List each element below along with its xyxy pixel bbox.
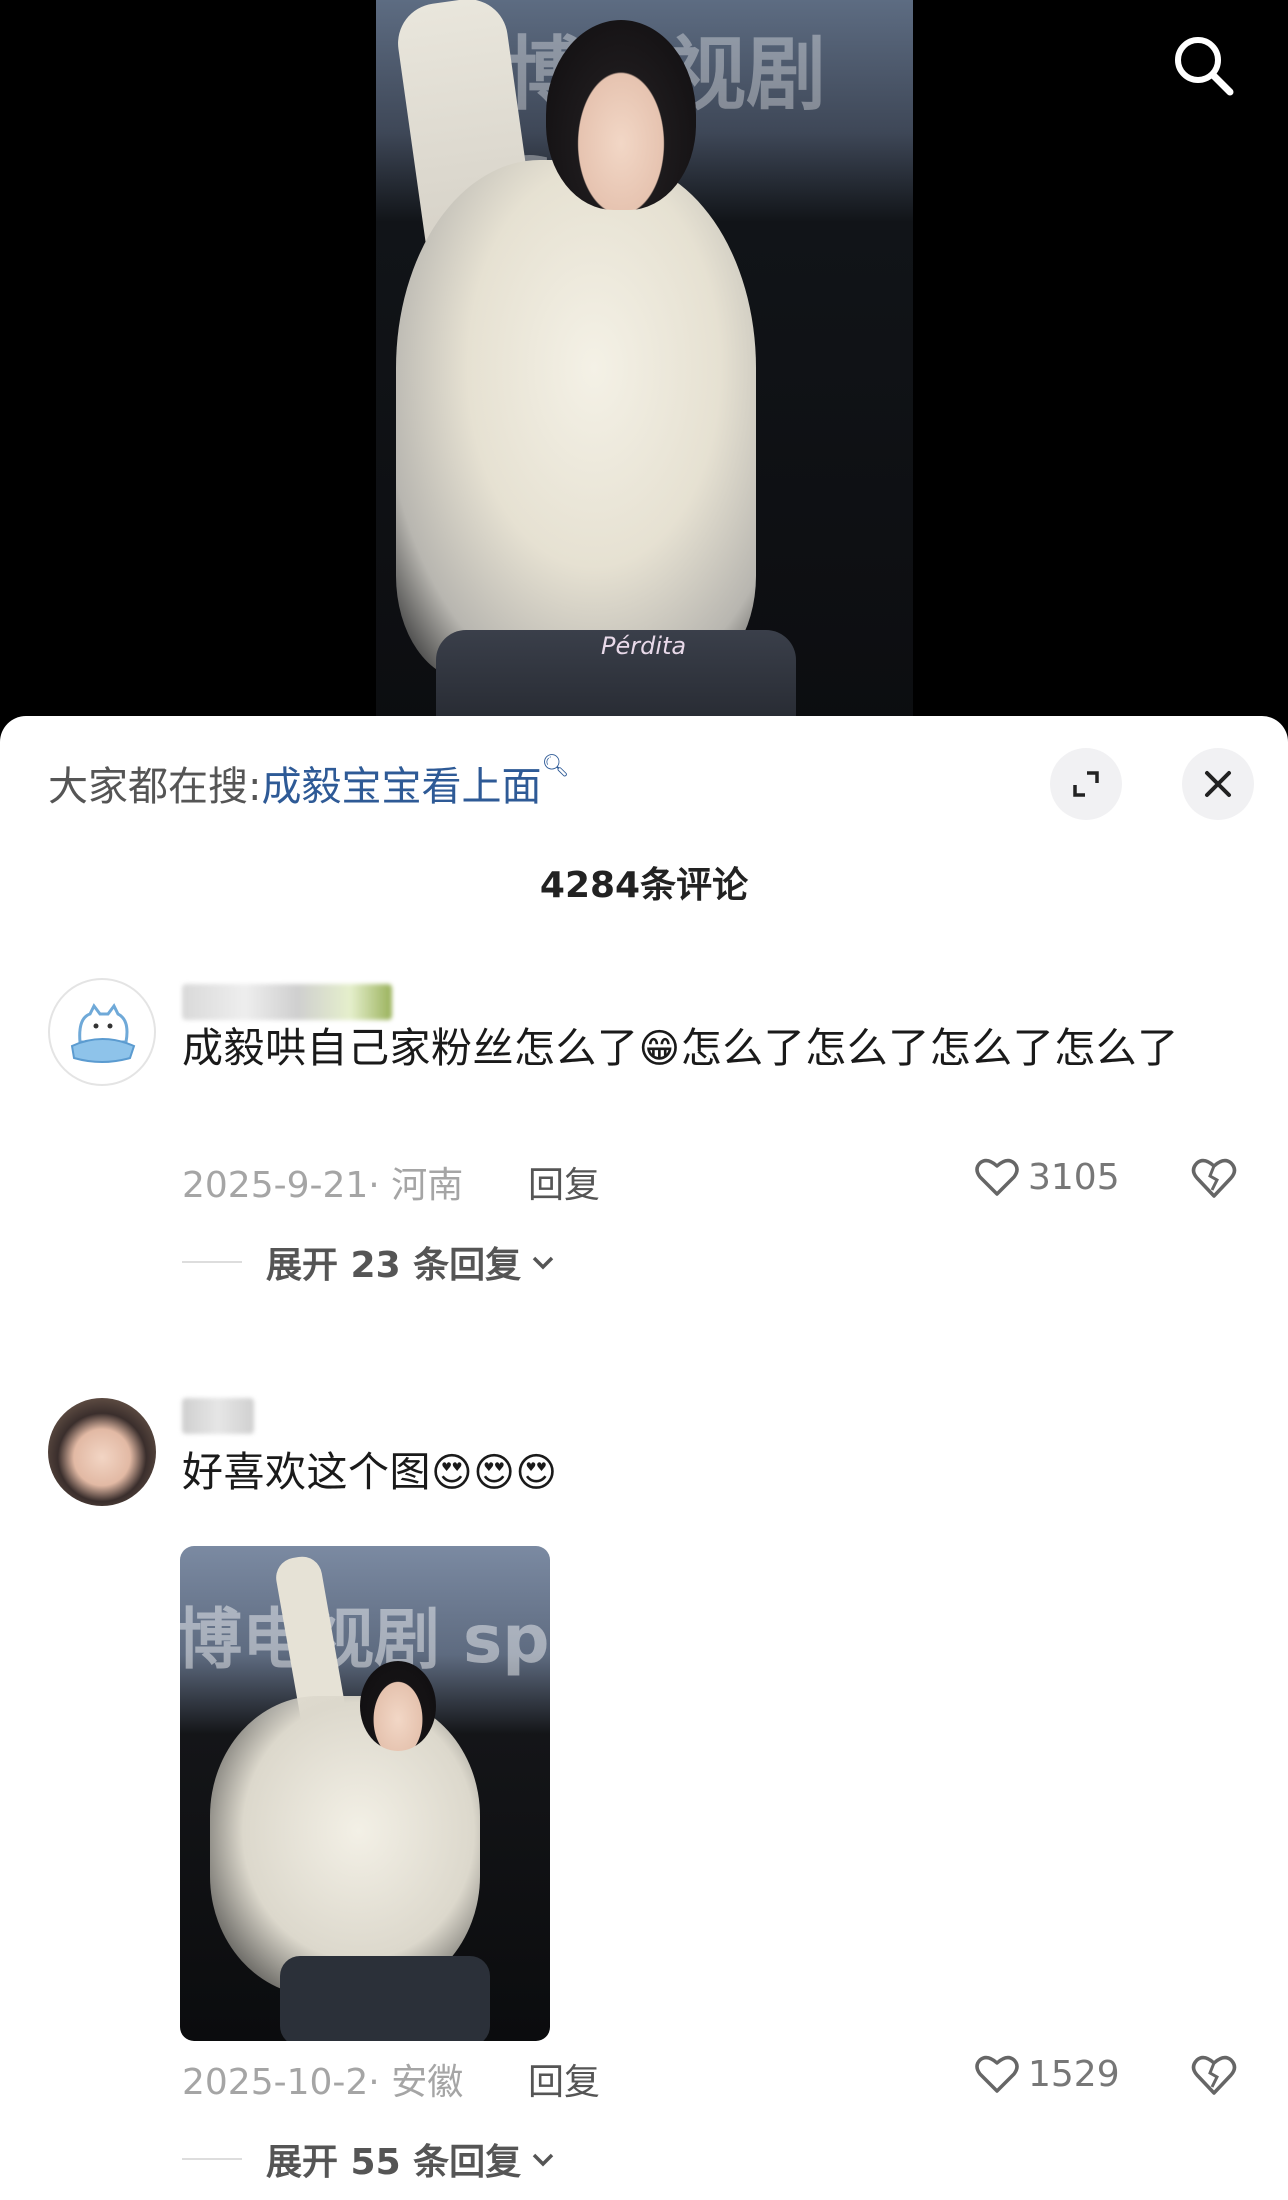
comment-image[interactable]: 博电视剧 sp (180, 1546, 550, 2041)
search-small-icon: 🔍︎ (541, 754, 570, 779)
chevron-down-icon (532, 1256, 554, 1270)
comment-date-location: 2025-10-2· 安徽 (182, 2062, 464, 2103)
expand-icon (1073, 771, 1099, 797)
trending-search-hint[interactable]: 大家都在搜:成毅宝宝看上面🔍︎ (48, 754, 569, 812)
chevron-down-icon (532, 2153, 554, 2167)
heart-icon (975, 1158, 1019, 1196)
image-figure-legs (280, 1956, 490, 2041)
like-count: 1529 (1028, 2053, 1120, 2095)
divider-line (182, 1261, 242, 1263)
heart-eyes-emoji-icon: 😍😍😍 (431, 1450, 558, 1496)
comment-text: 成毅哄自己家粉丝怎么了😁怎么了怎么了怎么了怎么了 (182, 1012, 1242, 1085)
search-prefix: 大家都在搜: (48, 764, 262, 810)
reply-button[interactable]: 回复 (528, 2053, 600, 2105)
cat-avatar-icon (70, 1003, 136, 1063)
image-figure-body (210, 1696, 480, 1996)
dislike-broken-heart-icon[interactable] (1190, 2053, 1238, 2097)
comments-count-title: 4284条评论 (539, 865, 749, 906)
search-keyword[interactable]: 成毅宝宝看上面 (261, 764, 541, 810)
video-watermark: Pérdita (601, 632, 687, 660)
avatar[interactable] (48, 1398, 156, 1506)
comment-text-part2: 怎么了怎么了怎么了怎么了 (680, 1024, 1179, 1072)
figure-head (546, 20, 696, 210)
expand-replies-button[interactable]: 展开 55 条回复 (182, 2133, 557, 2185)
video-player[interactable]: 博电视剧 sp Pérdita (0, 0, 1288, 760)
close-button[interactable] (1182, 748, 1254, 820)
comment-date-location: 2025-9-21· 河南 (182, 1165, 464, 1206)
comment-text-part1: 成毅哄自己家粉丝怎么了 (182, 1024, 639, 1072)
comment-text-main: 好喜欢这个图 (182, 1448, 431, 1496)
comment-image-banner-text: 博电视剧 sp (180, 1601, 550, 1678)
dislike-broken-heart-icon[interactable] (1190, 1156, 1238, 1200)
like-button[interactable]: 1529 (974, 2053, 1120, 2095)
like-button[interactable]: 3105 (974, 1156, 1120, 1198)
image-figure-head (360, 1661, 436, 1751)
close-icon (1205, 771, 1231, 797)
figure-body (396, 160, 756, 680)
expand-replies-label: 展开 55 条回复 (266, 2142, 522, 2183)
divider-line (182, 2158, 242, 2160)
video-frame: 博电视剧 sp Pérdita (376, 0, 913, 740)
avatar[interactable] (48, 978, 156, 1086)
expand-replies-button[interactable]: 展开 23 条回复 (182, 1236, 557, 1288)
grin-emoji-icon: 😁 (638, 1026, 681, 1072)
comment-sheet: 大家都在搜:成毅宝宝看上面🔍︎ 4284条评论 成毅哄自己家粉丝怎么了😁怎么了怎… (0, 716, 1288, 2200)
search-icon[interactable] (1168, 30, 1238, 100)
reply-button[interactable]: 回复 (528, 1156, 600, 1208)
heart-icon (975, 2055, 1019, 2093)
username[interactable] (182, 1398, 254, 1434)
expand-button[interactable] (1050, 748, 1122, 820)
comment-text: 好喜欢这个图😍😍😍 (182, 1436, 1242, 1509)
expand-replies-label: 展开 23 条回复 (266, 1245, 522, 1286)
like-count: 3105 (1028, 1156, 1120, 1198)
